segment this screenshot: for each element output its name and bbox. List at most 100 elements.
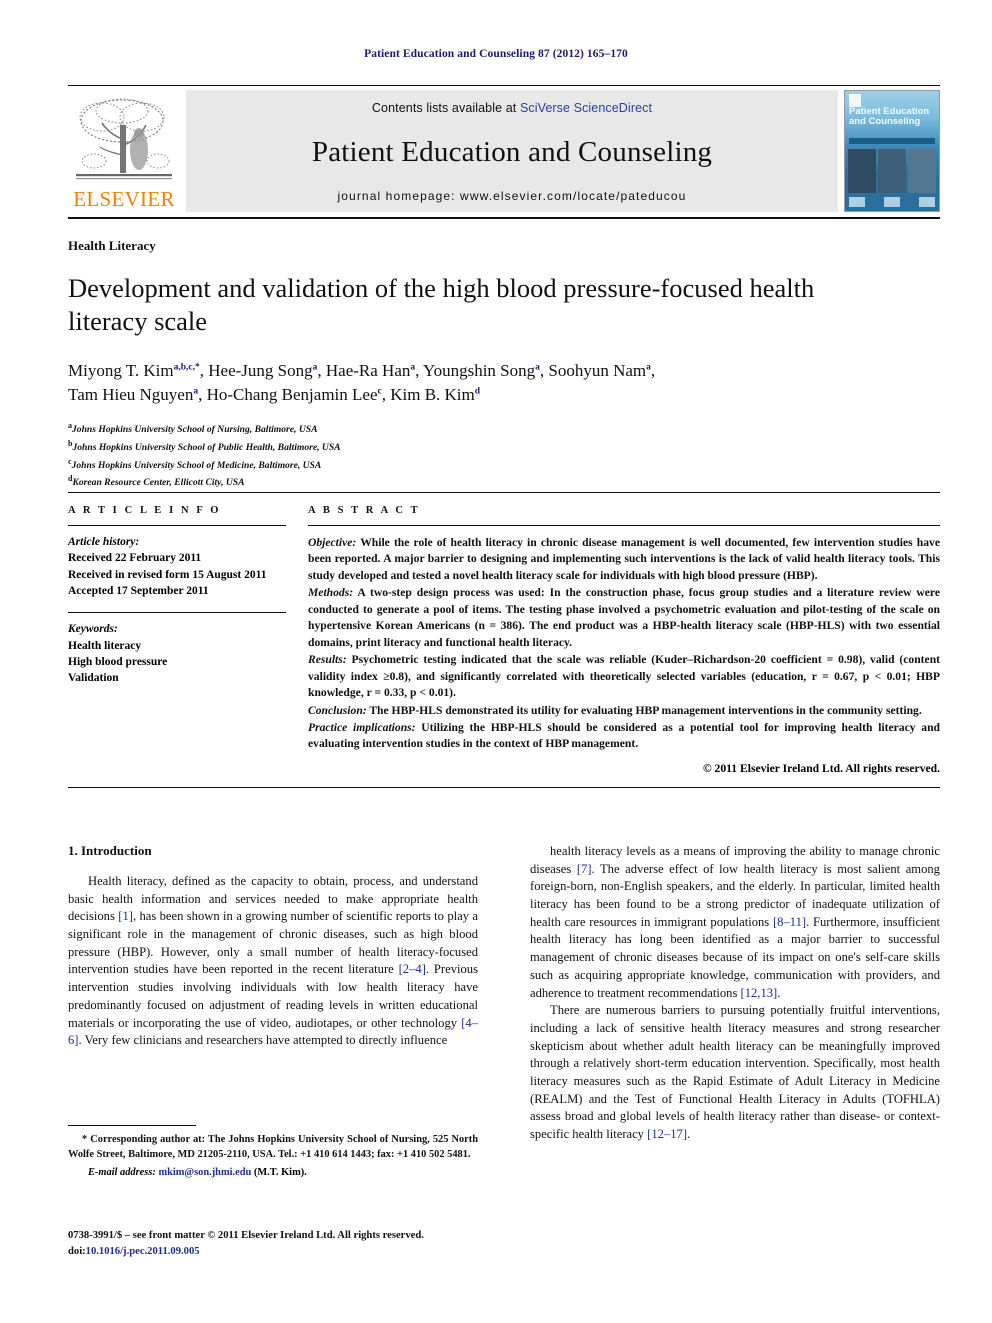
- citation-reference[interactable]: [7]: [577, 862, 592, 876]
- doi-link[interactable]: 10.1016/j.pec.2011.09.005: [86, 1246, 200, 1257]
- citation-reference[interactable]: [12,13]: [741, 986, 778, 1000]
- elsevier-logo: ELSEVIER: [68, 90, 180, 212]
- author-name: Hee-Jung Songa: [208, 360, 318, 380]
- email-note: E-mail address: mkim@son.jhmi.edu (M.T. …: [68, 1167, 478, 1178]
- footnote-rule: [68, 1125, 196, 1126]
- cover-strapline-bar: [849, 138, 935, 144]
- body-paragraph: Health literacy, defined as the capacity…: [68, 874, 478, 1048]
- affiliation-item: cJohns Hopkins University School of Medi…: [68, 456, 322, 471]
- contents-prefix-text: Contents lists available at: [371, 101, 520, 115]
- affiliation-marker: c: [68, 456, 72, 466]
- article-history-item: Accepted 17 September 2011: [68, 584, 209, 597]
- abstract-heading: A B S T R A C T: [308, 505, 421, 516]
- article-info-rule: [68, 525, 286, 526]
- abstract-paragraph: Practice implications: Utilizing the HBP…: [308, 720, 940, 751]
- keywords-group: Keywords: Health literacy High blood pres…: [68, 621, 286, 686]
- author-affiliation-marker: c: [377, 386, 382, 397]
- citation-reference[interactable]: [8–11]: [773, 915, 806, 929]
- abstract-paragraph: Conclusion: The HBP-HLS demonstrated its…: [308, 703, 922, 717]
- title-block: Health Literacy Development and validati…: [68, 238, 940, 491]
- abstract-section-label: Results:: [308, 653, 347, 667]
- abstract-section-label: Conclusion:: [308, 703, 367, 717]
- abstract-copyright: © 2011 Elsevier Ireland Ltd. All rights …: [703, 761, 940, 775]
- infoabs-top-rule: [68, 492, 940, 493]
- doi-line: doi:10.1016/j.pec.2011.09.005: [68, 1244, 508, 1260]
- author-name: Hae-Ra Hana: [325, 360, 416, 380]
- keywords-items: Health literacy High blood pressure Valida…: [68, 638, 286, 687]
- author-affiliation-marker: a: [646, 362, 651, 373]
- abstract-sections: Objective: While the role of health lite…: [308, 535, 940, 753]
- journal-title: Patient Education and Counseling: [311, 135, 713, 168]
- imprint-block: 0738-3991/$ – see front matter © 2011 El…: [68, 1228, 508, 1260]
- article-history-item: Received in revised form 15 August 2011: [68, 568, 267, 581]
- author-affiliation-marker: a: [410, 362, 416, 373]
- article-title: Development and validation of the high b…: [68, 273, 815, 337]
- author-affiliation-marker: a,b,c,*: [173, 362, 200, 373]
- keyword-item: High blood pressure: [68, 655, 168, 668]
- journal-article-page: Patient Education and Counseling 87 (201…: [0, 0, 992, 1323]
- email-owner: (M.T. Kim).: [253, 1166, 307, 1178]
- body-paragraph: health literacy levels as a means of imp…: [530, 844, 940, 1000]
- author-affiliation-marker: a: [535, 362, 540, 373]
- article-info-abstract-block: A R T I C L E I N F O Article history: R…: [68, 492, 940, 788]
- email-label: E-mail address:: [88, 1166, 156, 1178]
- abstract-section-label: Methods:: [308, 586, 354, 600]
- author-affiliation-marker: d: [474, 386, 481, 397]
- affiliation-item: bJohns Hopkins University School of Publ…: [68, 438, 341, 453]
- abstract-section-label: Objective:: [308, 536, 357, 549]
- author-name: Youngshin Songa: [423, 360, 540, 380]
- author-line-2: Tam Hieu Nguyena, Ho-Chang Benjamin Leec…: [68, 385, 481, 405]
- author-line-1: Miyong T. Kima,b,c,*, Hee-Jung Songa, Ha…: [68, 360, 656, 380]
- journal-cover-thumbnail: Patient Education and Counseling: [844, 90, 940, 212]
- cover-footer-logos: [849, 196, 935, 208]
- contents-available-line: Contents lists available at SciVerse Sci…: [372, 101, 652, 115]
- keyword-item: Validation: [68, 672, 119, 685]
- article-section-kicker: Health Literacy: [68, 238, 156, 253]
- body-column-left: 1. Introduction Health literacy, defined…: [68, 843, 478, 1144]
- citation-reference[interactable]: [12–17]: [647, 1127, 687, 1141]
- citation-reference[interactable]: [2–4]: [399, 962, 426, 976]
- journal-masthead: ELSEVIER Contents lists available at Sci…: [68, 85, 940, 219]
- affiliation-item: aJohns Hopkins University School of Nurs…: [68, 421, 318, 436]
- masthead-center-panel: Contents lists available at SciVerse Sci…: [186, 90, 838, 212]
- left-column-paragraphs: Health literacy, defined as the capacity…: [68, 873, 478, 1050]
- sciencedirect-link[interactable]: SciVerse ScienceDirect: [520, 101, 652, 115]
- cover-title-text: Patient Education and Counseling: [849, 107, 935, 127]
- author-name: Soohyun Nama: [548, 360, 651, 380]
- elsevier-tree-icon: [76, 98, 172, 180]
- body-column-gap: [478, 843, 530, 1144]
- doi-label: doi:: [68, 1245, 86, 1257]
- cover-title-line2: and Counseling: [849, 115, 921, 127]
- article-history-item: Received 22 February 2011: [68, 552, 202, 565]
- article-history-items: Received 22 February 2011 Received in rev…: [68, 550, 286, 599]
- article-body: 1. Introduction Health literacy, defined…: [68, 843, 940, 1144]
- article-history-group: Article history: Received 22 February 20…: [68, 534, 286, 599]
- affiliation-marker: a: [68, 421, 72, 431]
- affiliation-marker: b: [68, 438, 73, 448]
- column-gap: [286, 505, 308, 775]
- citation-reference[interactable]: [1]: [118, 909, 133, 923]
- journal-homepage-line[interactable]: journal homepage: www.elsevier.com/locat…: [338, 189, 687, 203]
- affiliation-list: aJohns Hopkins University School of Nurs…: [68, 420, 940, 491]
- keywords-rule: [68, 612, 286, 614]
- section-heading-introduction: 1. Introduction: [68, 843, 152, 858]
- elsevier-wordmark: ELSEVIER: [73, 187, 175, 211]
- masthead-top-rule: [68, 85, 940, 86]
- cover-photo-strip: [848, 149, 936, 193]
- keyword-item: Health literacy: [68, 639, 142, 652]
- citation-reference[interactable]: [4–6]: [68, 1016, 478, 1048]
- author-list: Miyong T. Kima,b,c,*, Hee-Jung Songa, Ha…: [68, 359, 888, 408]
- abstract-paragraph: Objective: While the role of health lite…: [308, 536, 940, 582]
- abstract-paragraph: Methods: A two-step design process was u…: [308, 586, 940, 649]
- body-column-right: health literacy levels as a means of imp…: [530, 843, 940, 1144]
- affiliation-item: dKorean Resource Center, Ellicott City, …: [68, 474, 245, 489]
- author-name: Tam Hieu Nguyena: [68, 385, 199, 405]
- corresponding-author-note: * Corresponding author at: The Johns Hop…: [68, 1134, 478, 1160]
- author-name: Ho-Chang Benjamin Leec: [206, 385, 382, 405]
- abstract-paragraph: Results: Psychometric testing indicated …: [308, 653, 940, 700]
- author-affiliation-marker: a: [193, 386, 199, 397]
- article-history-label: Article history:: [68, 536, 140, 548]
- email-link[interactable]: mkim@son.jhmi.edu: [158, 1167, 251, 1178]
- footnote-block: * Corresponding author at: The Johns Hop…: [68, 1125, 478, 1178]
- issn-frontmatter-line: 0738-3991/$ – see front matter © 2011 El…: [68, 1230, 424, 1241]
